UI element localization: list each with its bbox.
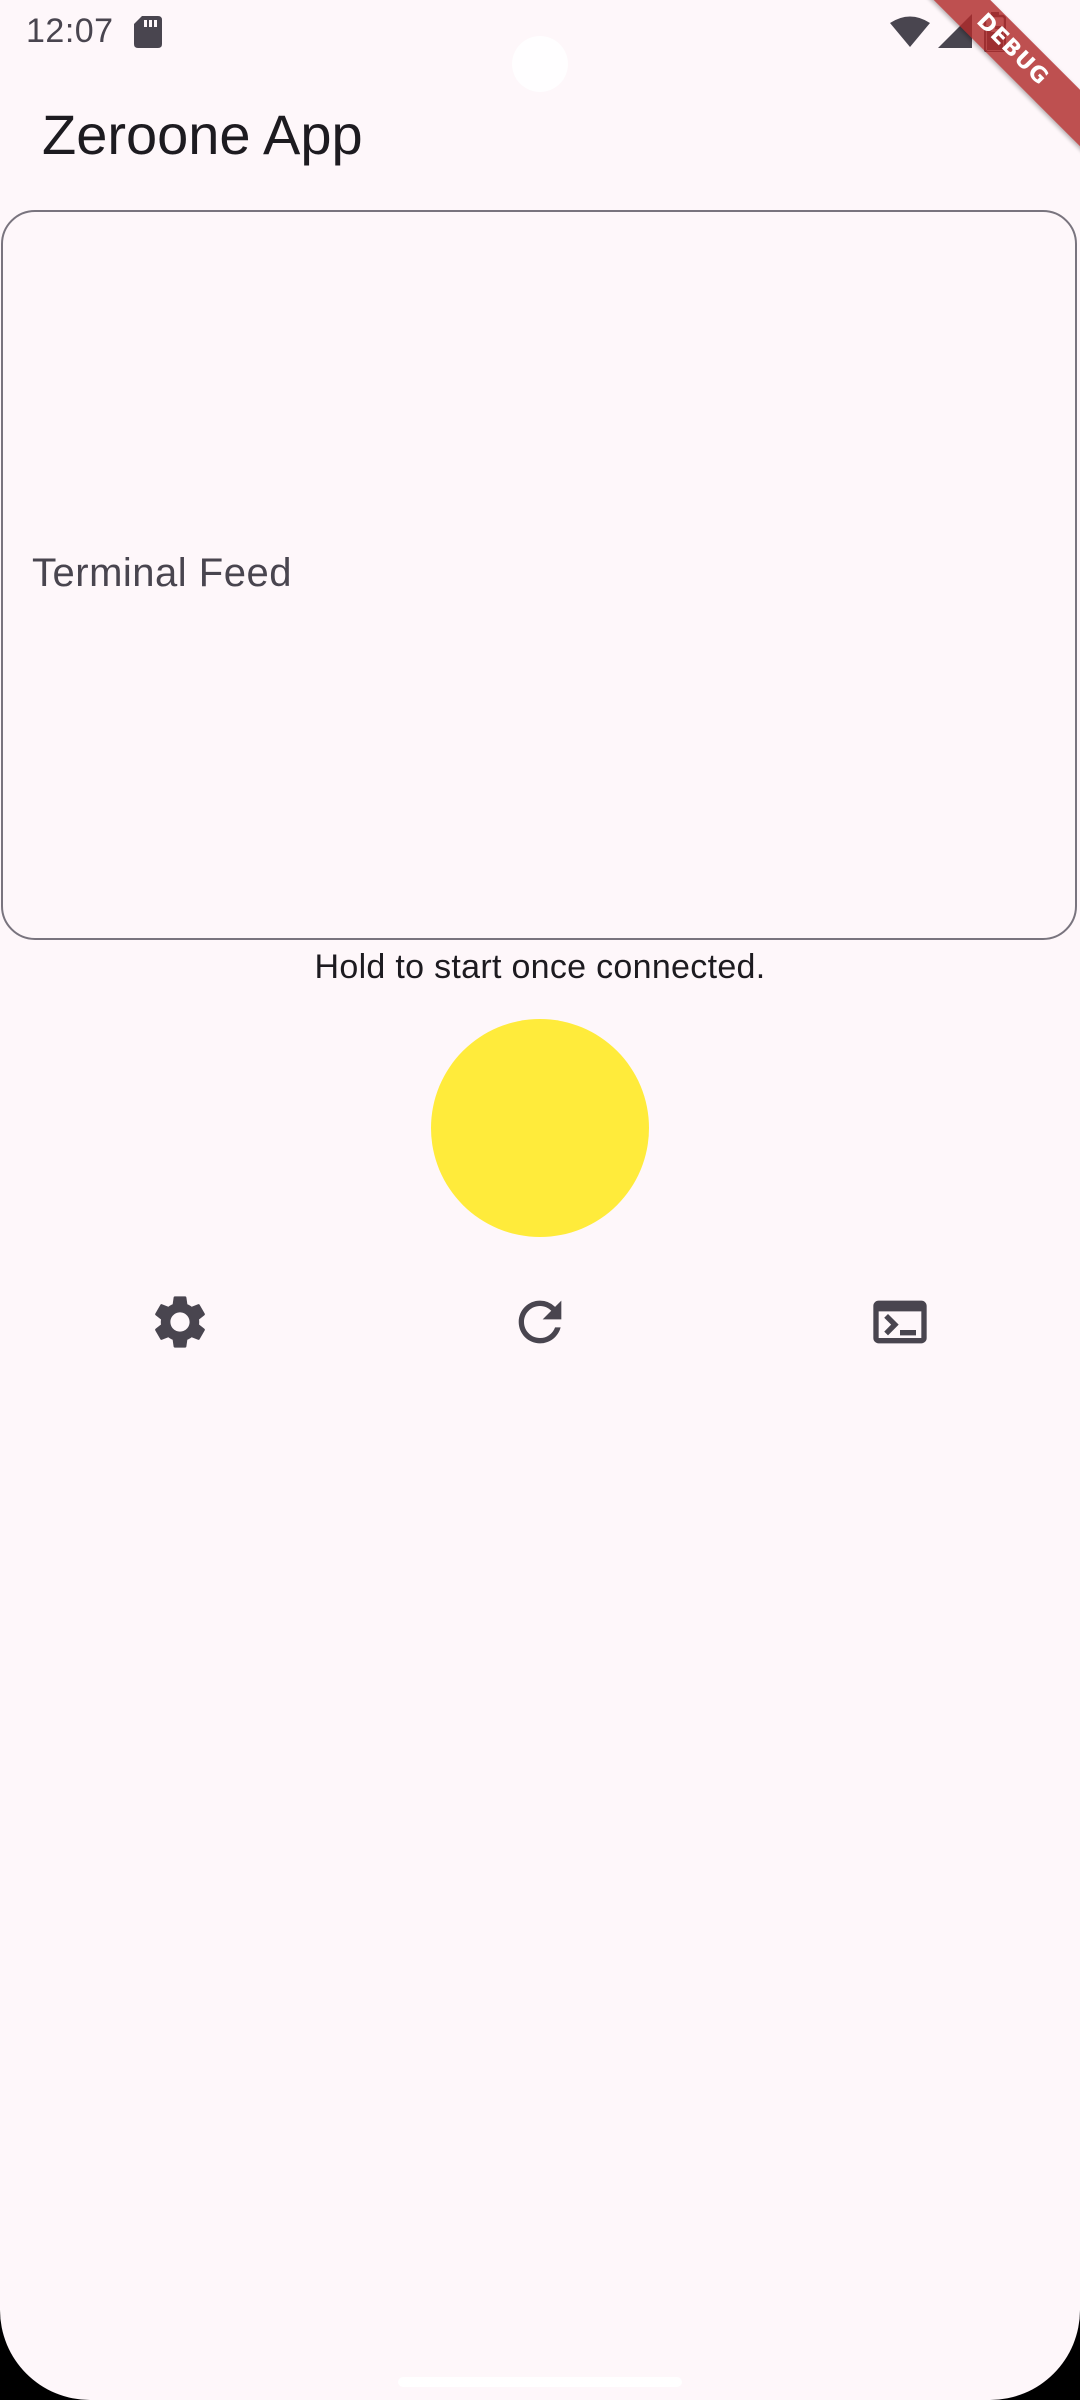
camera-cutout <box>512 36 568 92</box>
refresh-button[interactable] <box>508 1290 572 1354</box>
hold-start-button[interactable] <box>431 1019 649 1237</box>
navigation-bar <box>0 2336 1080 2400</box>
status-time: 12:07 <box>26 12 114 50</box>
wifi-icon <box>890 16 930 48</box>
home-indicator[interactable] <box>398 2377 682 2387</box>
cell-signal-icon <box>938 14 972 48</box>
battery-charging-icon <box>983 12 1007 54</box>
refresh-icon <box>508 1290 572 1354</box>
sd-card-icon <box>134 16 162 48</box>
terminal-button[interactable] <box>868 1290 932 1354</box>
terminal-feed-label: Terminal Feed <box>32 551 292 595</box>
status-bar: 12:07 <box>0 0 1080 92</box>
settings-button[interactable] <box>148 1290 212 1354</box>
app-screen: 12:07 DEBUG Zeroone App Terminal Feed Ho… <box>0 0 1080 2400</box>
terminal-icon <box>868 1290 932 1354</box>
hint-text: Hold to start once connected. <box>314 948 766 986</box>
page-title: Zeroone App <box>42 103 363 166</box>
gear-icon <box>148 1290 212 1354</box>
